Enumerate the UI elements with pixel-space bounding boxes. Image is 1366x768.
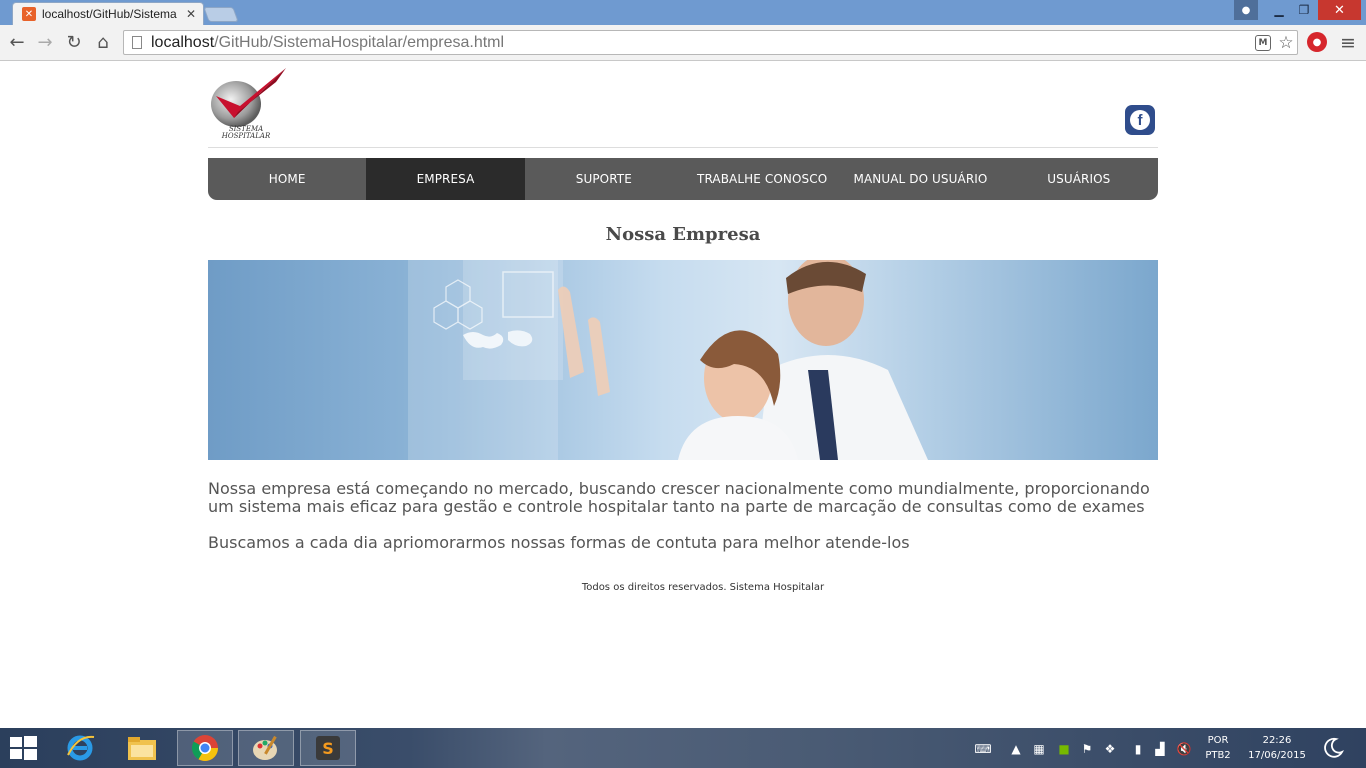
language-indicator[interactable]: POR PTB2 [1200, 733, 1236, 763]
home-icon[interactable]: ⌂ [92, 31, 114, 53]
battery-icon[interactable]: ▮ [1132, 741, 1144, 757]
system-clock[interactable]: 22:26 17/06/2015 [1240, 733, 1314, 763]
clock-time: 22:26 [1262, 735, 1292, 746]
new-tab-button[interactable] [203, 7, 239, 22]
keyboard-layout: PTB2 [1205, 750, 1231, 761]
facebook-icon[interactable]: f [1125, 105, 1155, 135]
xampp-favicon-icon: ✕ [22, 7, 36, 21]
back-arrow-icon[interactable]: ← [6, 31, 28, 53]
tab-title: localhost/GitHub/Sistema [42, 7, 177, 21]
mission-paragraph: Buscamos a cada dia apriomorarmos nossas… [208, 533, 910, 552]
browser-toolbar: ← → ↻ ⌂ localhost/GitHub/SistemaHospital… [0, 25, 1366, 61]
file-explorer-icon[interactable] [114, 730, 170, 766]
stop-extension-icon[interactable]: ● [1307, 32, 1327, 52]
windows-start-icon[interactable] [10, 736, 38, 761]
page-title: Nossa Empresa [605, 224, 761, 245]
internet-explorer-icon[interactable] [52, 730, 108, 766]
browser-titlebar: ✕ localhost/GitHub/Sistema ✕ ● ▁ ❐ ✕ [0, 0, 1366, 25]
main-nav: HOME EMPRESA SUPORTE TRABALHE CONOSCO MA… [208, 158, 1158, 200]
page-container: SISTEMA HOSPITALAR f HOME EMPRESA SUPORT… [208, 62, 1158, 593]
show-hidden-icons-icon[interactable]: ▲ [1010, 741, 1022, 757]
sublime-text-icon[interactable]: S [300, 730, 356, 766]
logo-text: SISTEMA HOSPITALAR [214, 126, 278, 140]
url-path: /GitHub/SistemaHospitalar/empresa.html [214, 33, 505, 51]
address-bar[interactable]: localhost/GitHub/SistemaHospitalar/empre… [123, 30, 1298, 55]
reload-icon[interactable]: ↻ [63, 31, 85, 53]
banner-image [208, 260, 1158, 460]
svg-text:S: S [322, 739, 334, 758]
url-host: localhost [151, 33, 215, 51]
dropbox-icon[interactable]: ❖ [1102, 741, 1118, 757]
close-window-button[interactable]: ✕ [1318, 0, 1361, 20]
language-code: POR [1207, 735, 1229, 746]
page-icon [132, 36, 142, 49]
nav-item-manual-do-usuario[interactable]: MANUAL DO USUÁRIO [841, 158, 999, 200]
url-text[interactable]: localhost/GitHub/SistemaHospitalar/empre… [151, 34, 504, 52]
nav-item-usuarios[interactable]: USUÁRIOS [1000, 158, 1158, 200]
windows-taskbar: S ⌨ ▲ ▦ ■ ⚑ ❖ ▮ ▟ 🔇 POR PTB2 22:26 17/06… [0, 728, 1366, 768]
volume-muted-icon[interactable]: 🔇 [1176, 741, 1192, 757]
banner-illustration [408, 260, 928, 460]
extension-m-icon[interactable]: M [1255, 35, 1271, 51]
nav-item-trabalhe-conosco[interactable]: TRABALHE CONOSCO [683, 158, 841, 200]
chrome-icon[interactable] [177, 730, 233, 766]
clock-date: 17/06/2015 [1248, 750, 1306, 761]
network-icon[interactable]: ▟ [1152, 741, 1168, 757]
quiet-hours-moon-icon[interactable] [1322, 737, 1344, 759]
action-center-flag-icon[interactable]: ⚑ [1080, 741, 1094, 757]
restore-button[interactable]: ❐ [1292, 0, 1316, 20]
logo-text-line2: HOSPITALAR [221, 132, 271, 140]
nvidia-icon[interactable]: ■ [1056, 741, 1072, 757]
keyboard-icon[interactable]: ⌨ [968, 741, 998, 757]
intro-paragraph: Nossa empresa está começando no mercado,… [208, 479, 1150, 516]
nav-item-suporte[interactable]: SUPORTE [525, 158, 683, 200]
close-tab-icon[interactable]: ✕ [186, 7, 196, 21]
user-profile-icon[interactable]: ● [1234, 0, 1258, 20]
browser-tab[interactable]: ✕ localhost/GitHub/Sistema ✕ [12, 2, 204, 25]
footer-copyright: Todos os direitos reservados. Sistema Ho… [581, 582, 825, 593]
minimize-button[interactable]: ▁ [1266, 0, 1292, 20]
facebook-glyph: f [1130, 110, 1150, 130]
site-header: SISTEMA HOSPITALAR f [208, 62, 1158, 148]
forward-arrow-icon[interactable]: → [34, 31, 56, 53]
windows-tray-icon[interactable]: ▦ [1032, 741, 1046, 757]
paint-icon[interactable] [238, 730, 294, 766]
nav-item-empresa[interactable]: EMPRESA [366, 158, 525, 200]
bookmark-star-icon[interactable]: ☆ [1277, 33, 1295, 53]
menu-icon[interactable]: ≡ [1340, 32, 1356, 54]
nav-item-home[interactable]: HOME [208, 158, 366, 200]
